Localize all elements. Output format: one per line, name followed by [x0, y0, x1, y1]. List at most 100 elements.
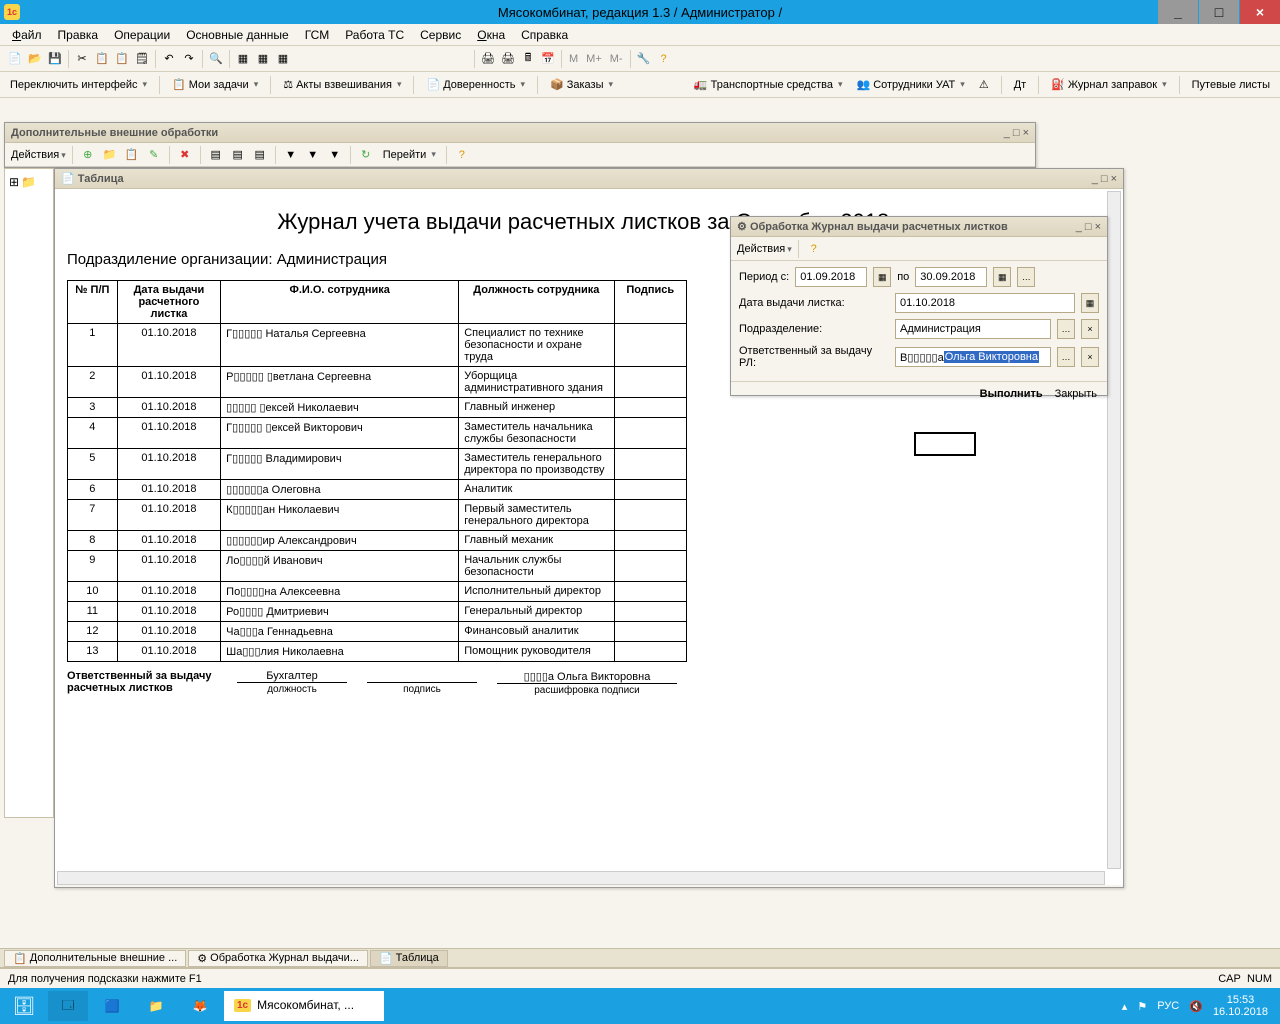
go-button[interactable]: Перейти	[379, 149, 440, 161]
tray-sound-icon[interactable]: 🔇	[1189, 1000, 1203, 1013]
obr-min-icon[interactable]: _	[1076, 221, 1082, 233]
trip-link[interactable]: Путевые листы	[1188, 79, 1274, 91]
period-select-button[interactable]: …	[1017, 267, 1035, 287]
tray-flag-icon[interactable]: ⚑	[1137, 1000, 1147, 1013]
menu-ops[interactable]: Операции	[108, 26, 176, 44]
open-icon[interactable]: 📂	[26, 50, 44, 68]
period-from-input[interactable]: 01.09.2018	[795, 267, 867, 287]
cal-icon[interactable]: 📅	[539, 50, 557, 68]
tab-dop[interactable]: 📋 Дополнительные внешние ...	[4, 950, 186, 967]
obr-help-icon[interactable]: ?	[805, 240, 823, 258]
tray-up-icon[interactable]: ▴	[1122, 1000, 1128, 1013]
dt-link[interactable]: Дт	[1010, 79, 1031, 91]
explorer-icon[interactable]: 📁	[136, 991, 176, 1021]
tw-max-icon[interactable]: □	[1101, 173, 1108, 185]
resp-clear-button[interactable]: ×	[1081, 347, 1099, 367]
grid2-icon[interactable]: ▦	[254, 50, 272, 68]
cal-from-button[interactable]: ▦	[873, 267, 891, 287]
cut-icon[interactable]: ✂	[73, 50, 91, 68]
powershell-icon[interactable]: 🟦	[92, 991, 132, 1021]
help2-icon[interactable]: ?	[453, 146, 471, 164]
undo-icon[interactable]: ↶	[160, 50, 178, 68]
obr-actions-button[interactable]: Действия	[737, 243, 792, 255]
acts-link[interactable]: ⚖ Акты взвешивания	[279, 78, 405, 91]
tw-min-icon[interactable]: _	[1092, 173, 1098, 185]
plus-icon[interactable]: ⊞	[9, 175, 19, 189]
taskbar-app-button[interactable]: 1c Мясокомбинат, ...	[224, 991, 384, 1021]
redo-icon[interactable]: ↷	[180, 50, 198, 68]
date-input[interactable]: 01.10.2018	[895, 293, 1075, 313]
menu-windows[interactable]: Окна	[471, 26, 511, 44]
new-icon[interactable]: 📄	[6, 50, 24, 68]
close-button[interactable]: ×	[1240, 0, 1280, 24]
calc-icon[interactable]: 🖩	[519, 50, 537, 68]
dop-close-icon[interactable]: ×	[1023, 127, 1029, 139]
m-plus[interactable]: M+	[583, 53, 605, 65]
start-button[interactable]: 🗄	[4, 991, 44, 1021]
edit-icon[interactable]: ✎	[145, 146, 163, 164]
m-label[interactable]: M	[566, 53, 581, 65]
grid-icon[interactable]: ▦	[234, 50, 252, 68]
warn-icon[interactable]: ⚠	[975, 78, 993, 91]
fuel-link[interactable]: ⛽ Журнал заправок	[1047, 78, 1170, 91]
period-to-input[interactable]: 30.09.2018	[915, 267, 987, 287]
copy-icon[interactable]: 📋	[93, 50, 111, 68]
folder-icon[interactable]: 📁	[21, 175, 36, 189]
add-icon[interactable]: ⊕	[79, 146, 97, 164]
print-icon[interactable]: 🖨	[479, 50, 497, 68]
save-icon[interactable]: 💾	[46, 50, 64, 68]
grid3-icon[interactable]: ▦	[274, 50, 292, 68]
tool-icon[interactable]: 🗒	[133, 50, 151, 68]
execute-button[interactable]: Выполнить	[980, 388, 1043, 400]
v-scrollbar[interactable]	[1107, 191, 1121, 869]
paste-icon[interactable]: 📋	[113, 50, 131, 68]
tab-obr[interactable]: ⚙ Обработка Журнал выдачи...	[188, 950, 368, 967]
obr-close-icon[interactable]: ×	[1095, 221, 1101, 233]
tw-close-icon[interactable]: ×	[1111, 173, 1117, 185]
close-button2[interactable]: Закрыть	[1055, 388, 1097, 400]
menu-ts[interactable]: Работа ТС	[339, 26, 410, 44]
maximize-button[interactable]: □	[1199, 0, 1239, 24]
wrench-icon[interactable]: 🔧	[635, 50, 653, 68]
cal-date-button[interactable]: ▦	[1081, 293, 1099, 313]
minimize-button[interactable]: _	[1158, 0, 1198, 24]
t2-icon[interactable]: ▤	[229, 146, 247, 164]
resp-select-button[interactable]: …	[1057, 347, 1075, 367]
tray-clock[interactable]: 15:53 16.10.2018	[1213, 994, 1268, 1018]
menu-help[interactable]: Справка	[515, 26, 574, 44]
copy2-icon[interactable]: 📋	[123, 146, 141, 164]
orders-link[interactable]: 📦 Заказы	[546, 78, 617, 91]
menu-main-data[interactable]: Основные данные	[180, 26, 295, 44]
help-icon[interactable]: ?	[655, 50, 673, 68]
t3-icon[interactable]: ▤	[251, 146, 269, 164]
subdiv-input[interactable]: Администрация	[895, 319, 1051, 339]
menu-service[interactable]: Сервис	[414, 26, 467, 44]
find-icon[interactable]: 🔍	[207, 50, 225, 68]
obr-max-icon[interactable]: □	[1085, 221, 1092, 233]
f1-icon[interactable]: ▼	[282, 146, 300, 164]
f3-icon[interactable]: ▼	[326, 146, 344, 164]
subdiv-clear-button[interactable]: ×	[1081, 319, 1099, 339]
resp-input[interactable]: В▯▯▯▯▯а Ольга Викторовна	[895, 347, 1051, 367]
menu-edit[interactable]: Правка	[52, 26, 105, 44]
menu-file[interactable]: Файл	[6, 26, 48, 44]
emp-link[interactable]: 👥 Сотрудники УАТ	[852, 78, 968, 91]
firefox-icon[interactable]: 🦊	[180, 991, 220, 1021]
print2-icon[interactable]: 🖨	[499, 50, 517, 68]
t1-icon[interactable]: ▤	[207, 146, 225, 164]
server-manager-icon[interactable]: 🗔	[48, 991, 88, 1021]
dov-link[interactable]: 📄 Доверенность	[422, 78, 529, 91]
ts-link[interactable]: 🚛 Транспортные средства	[690, 78, 847, 91]
add-folder-icon[interactable]: 📁	[101, 146, 119, 164]
delete-icon[interactable]: ✖	[176, 146, 194, 164]
menu-gsm[interactable]: ГСМ	[299, 26, 336, 44]
refresh-icon[interactable]: ↻	[357, 146, 375, 164]
dop-max-icon[interactable]: □	[1013, 127, 1020, 139]
f2-icon[interactable]: ▼	[304, 146, 322, 164]
subdiv-select-button[interactable]: …	[1057, 319, 1075, 339]
tray-lang[interactable]: РУС	[1157, 1000, 1179, 1012]
dop-min-icon[interactable]: _	[1004, 127, 1010, 139]
actions-button[interactable]: Действия	[11, 149, 66, 161]
m-minus[interactable]: M-	[607, 53, 626, 65]
tab-table[interactable]: 📄 Таблица	[370, 950, 448, 967]
